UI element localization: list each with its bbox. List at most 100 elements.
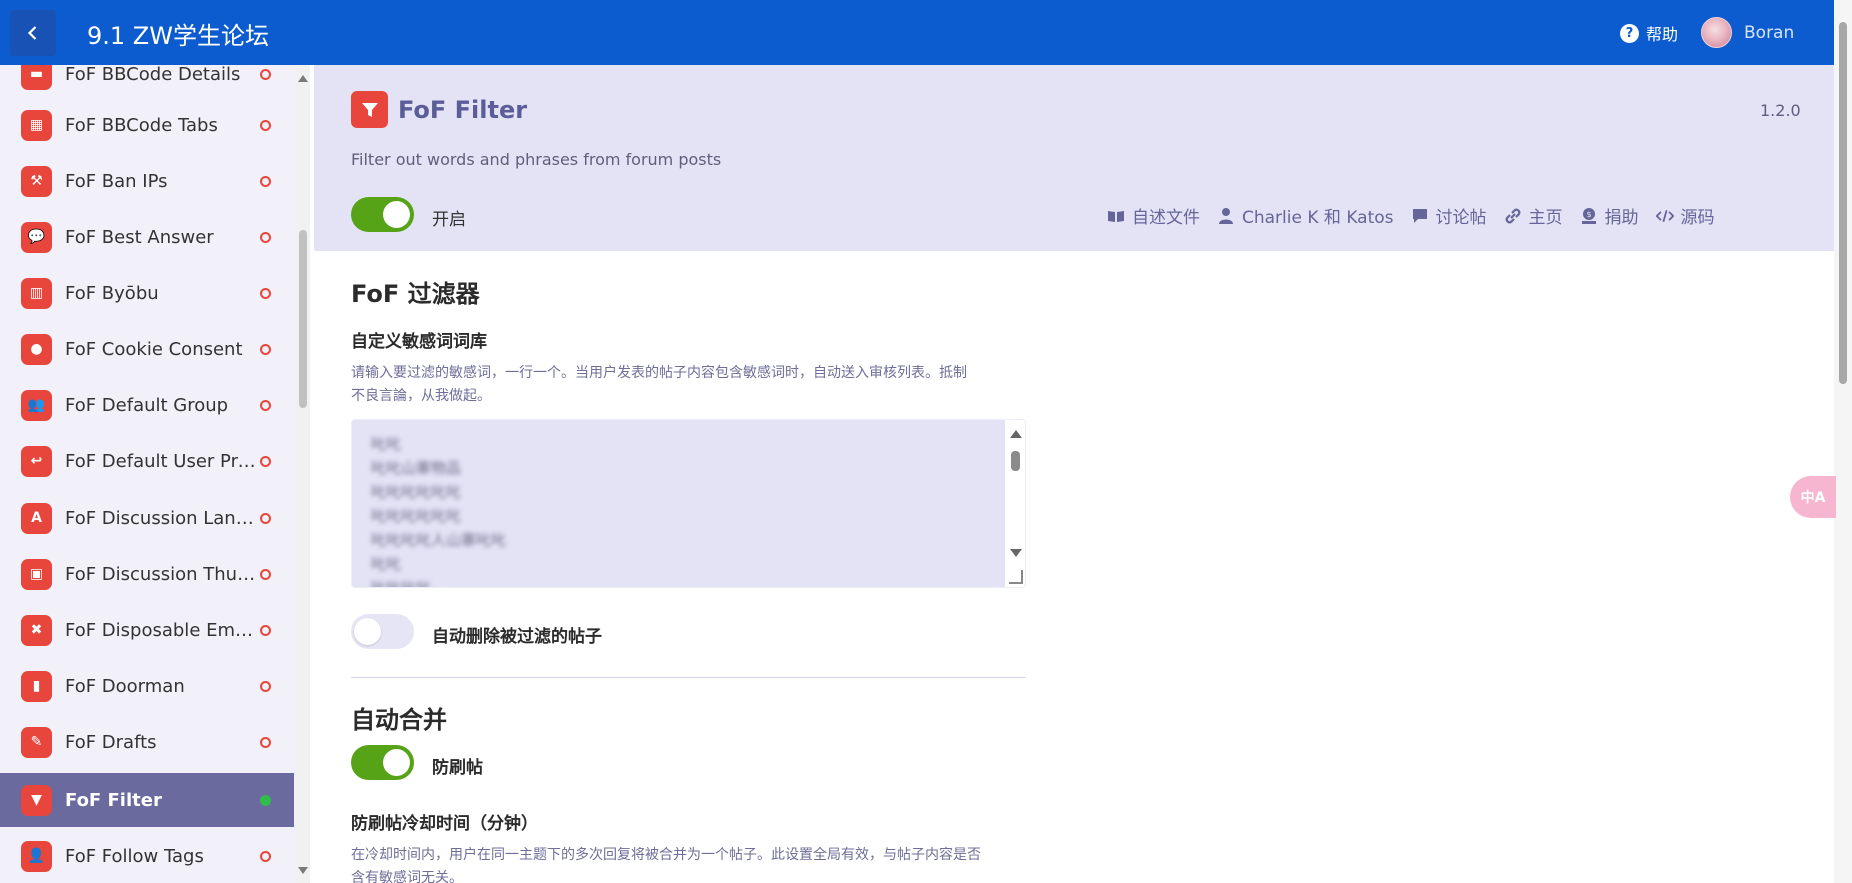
sidebar-item-label: FoF Follow Tags (65, 845, 204, 867)
extension-links: 自述文件 Charlie K 和 Katos 讨论帖 主页 $ 捐助 源码 (1107, 203, 1715, 228)
source-label: 源码 (1680, 208, 1715, 228)
sidebar-item-drafts[interactable]: ✎ FoF Drafts (0, 715, 294, 769)
extension-enabled-label: 开启 (432, 210, 466, 230)
status-dot (260, 399, 271, 411)
top-header: 9.1 ZW学生论坛 ? 帮助 Boran (0, 0, 1834, 65)
users-icon: 👥 (21, 389, 52, 421)
word-list-line: 叱叱叱叱人山寨叱叱 (371, 531, 507, 549)
word-list-line: 叱叱山寨物品 (371, 459, 462, 477)
user-tag-icon: 👤 (21, 840, 52, 872)
textarea-scrollbar-thumb[interactable] (1011, 451, 1020, 471)
sidebar-item-ban-ips[interactable]: ⚒ FoF Ban IPs (0, 154, 294, 208)
word-list-line: 叱叱叱叱叱叱 (371, 483, 462, 501)
avatar (1701, 17, 1732, 48)
word-list-line: 叱叱叱叱 (371, 579, 432, 588)
sidebar-item-best-answer[interactable]: 💬 FoF Best Answer (0, 210, 294, 264)
merge-section-title: 自动合并 (351, 706, 447, 734)
sidebar-item-default-group[interactable]: 👥 FoF Default Group (0, 378, 294, 432)
help-label: 帮助 (1646, 25, 1679, 44)
sidebar-item-label: FoF Default User Pref... (65, 450, 259, 472)
word-list-line: 叱叱 (371, 555, 402, 573)
gavel-icon: ⚒ (21, 165, 52, 197)
site-title[interactable]: 9.1 ZW学生论坛 (87, 16, 269, 51)
section-divider (351, 677, 1026, 678)
map-icon: ▥ (21, 277, 52, 309)
status-dot (260, 287, 271, 299)
book-open-icon (1108, 210, 1124, 222)
authors-link[interactable]: Charlie K 和 Katos (1217, 203, 1394, 228)
sidebar-item-label: FoF Filter (65, 789, 162, 811)
status-dot (260, 175, 271, 187)
sidebar-item-bbcode-details[interactable]: ▬ FoF BBCode Details (0, 65, 294, 101)
readme-link[interactable]: 自述文件 (1107, 203, 1200, 228)
chevron-left-icon (27, 26, 37, 40)
language-icon: A (21, 502, 52, 534)
question-circle-icon: ? (1620, 23, 1639, 43)
user-menu[interactable]: Boran (1701, 17, 1794, 48)
sidebar-item-doorman[interactable]: ▮ FoF Doorman (0, 659, 294, 713)
page-scrollbar[interactable] (1834, 0, 1852, 883)
toggle-knob (383, 749, 410, 776)
word-list-textarea[interactable]: 叱叱 叱叱山寨物品 叱叱叱叱叱叱 叱叱叱叱叱叱 叱叱叱叱人山寨叱叱 叱叱 叱叱叱… (351, 419, 1026, 588)
scroll-up-arrow-icon[interactable] (1010, 430, 1022, 438)
status-dot (260, 68, 271, 80)
status-dot (260, 736, 271, 748)
sidebar-item-byobu[interactable]: ▥ FoF Byōbu (0, 266, 294, 320)
status-dot (260, 119, 271, 131)
sidebar-item-label: FoF Drafts (65, 731, 157, 753)
sidebar-scrollbar[interactable] (296, 65, 310, 883)
translate-icon[interactable]: 中A (1790, 476, 1836, 518)
sidebar-item-discussion-thumbnail[interactable]: ▣ FoF Discussion Thum... (0, 547, 294, 601)
homepage-link[interactable]: 主页 (1504, 203, 1563, 228)
status-dot (260, 343, 271, 355)
status-dot (260, 794, 271, 806)
word-list-label: 自定义敏感词词库 (351, 332, 487, 352)
sidebar-item-label: FoF Discussion Thum... (65, 563, 259, 585)
word-list-line: 叱叱叱叱叱叱 (371, 507, 462, 525)
image-icon: ▣ (21, 558, 52, 590)
toggle-knob (383, 201, 410, 228)
page-scrollbar-thumb[interactable] (1839, 22, 1847, 384)
discussion-link[interactable]: 讨论帖 (1411, 203, 1487, 228)
user-times-icon: ✖ (21, 614, 52, 646)
extension-enabled-toggle[interactable] (351, 197, 414, 232)
username: Boran (1744, 22, 1795, 43)
sidebar-item-default-user-prefs[interactable]: ↩ FoF Default User Pref... (0, 434, 294, 488)
sidebar-item-cookie-consent[interactable]: ● FoF Cookie Consent (0, 322, 294, 376)
sidebar-item-label: FoF Doorman (65, 675, 185, 697)
source-link[interactable]: 源码 (1655, 203, 1715, 228)
auto-delete-label: 自动删除被过滤的帖子 (432, 627, 602, 647)
textarea-scrollbar[interactable] (1005, 420, 1025, 587)
authors-label: Charlie K 和 Katos (1242, 208, 1394, 228)
scroll-down-arrow-icon[interactable] (298, 867, 308, 874)
flood-toggle[interactable] (351, 745, 414, 780)
user-icon (1219, 207, 1233, 224)
status-dot (260, 512, 271, 524)
svg-text:$: $ (1586, 210, 1591, 219)
donate-label: 捐助 (1604, 208, 1639, 228)
status-dot (260, 231, 271, 243)
toggle-knob (354, 618, 381, 645)
sidebar-scrollbar-thumb[interactable] (299, 230, 307, 408)
help-link[interactable]: ? 帮助 (1620, 21, 1678, 45)
word-list-help: 请输入要过滤的敏感词，一行一个。当用户发表的帖子内容包含敏感词时，自动送入审核列… (351, 365, 967, 404)
status-dot (260, 624, 271, 636)
resize-grip-icon[interactable] (1009, 570, 1023, 584)
sidebar-item-label: FoF Disposable Emails (65, 619, 259, 641)
back-button[interactable] (10, 10, 56, 56)
sidebar-item-label: FoF Discussion Langu... (65, 507, 259, 529)
sidebar-item-label: FoF Default Group (65, 394, 229, 416)
sidebar-item-filter[interactable]: ▼ FoF Filter (0, 773, 294, 827)
sidebar-item-follow-tags[interactable]: 👤 FoF Follow Tags (0, 829, 294, 883)
homepage-label: 主页 (1528, 208, 1563, 228)
scroll-down-arrow-icon[interactable] (1010, 549, 1022, 557)
edit-icon: ✎ (21, 726, 52, 758)
sidebar-item-discussion-language[interactable]: A FoF Discussion Langu... (0, 491, 294, 545)
word-list-line: 叱叱 (371, 435, 402, 453)
scroll-up-arrow-icon[interactable] (298, 75, 308, 82)
donate-link[interactable]: $ 捐助 (1580, 203, 1639, 228)
readme-label: 自述文件 (1132, 208, 1200, 228)
auto-delete-toggle[interactable] (351, 614, 414, 649)
sidebar-item-disposable-emails[interactable]: ✖ FoF Disposable Emails (0, 603, 294, 657)
sidebar-item-bbcode-tabs[interactable]: ▦ FoF BBCode Tabs (0, 98, 294, 152)
